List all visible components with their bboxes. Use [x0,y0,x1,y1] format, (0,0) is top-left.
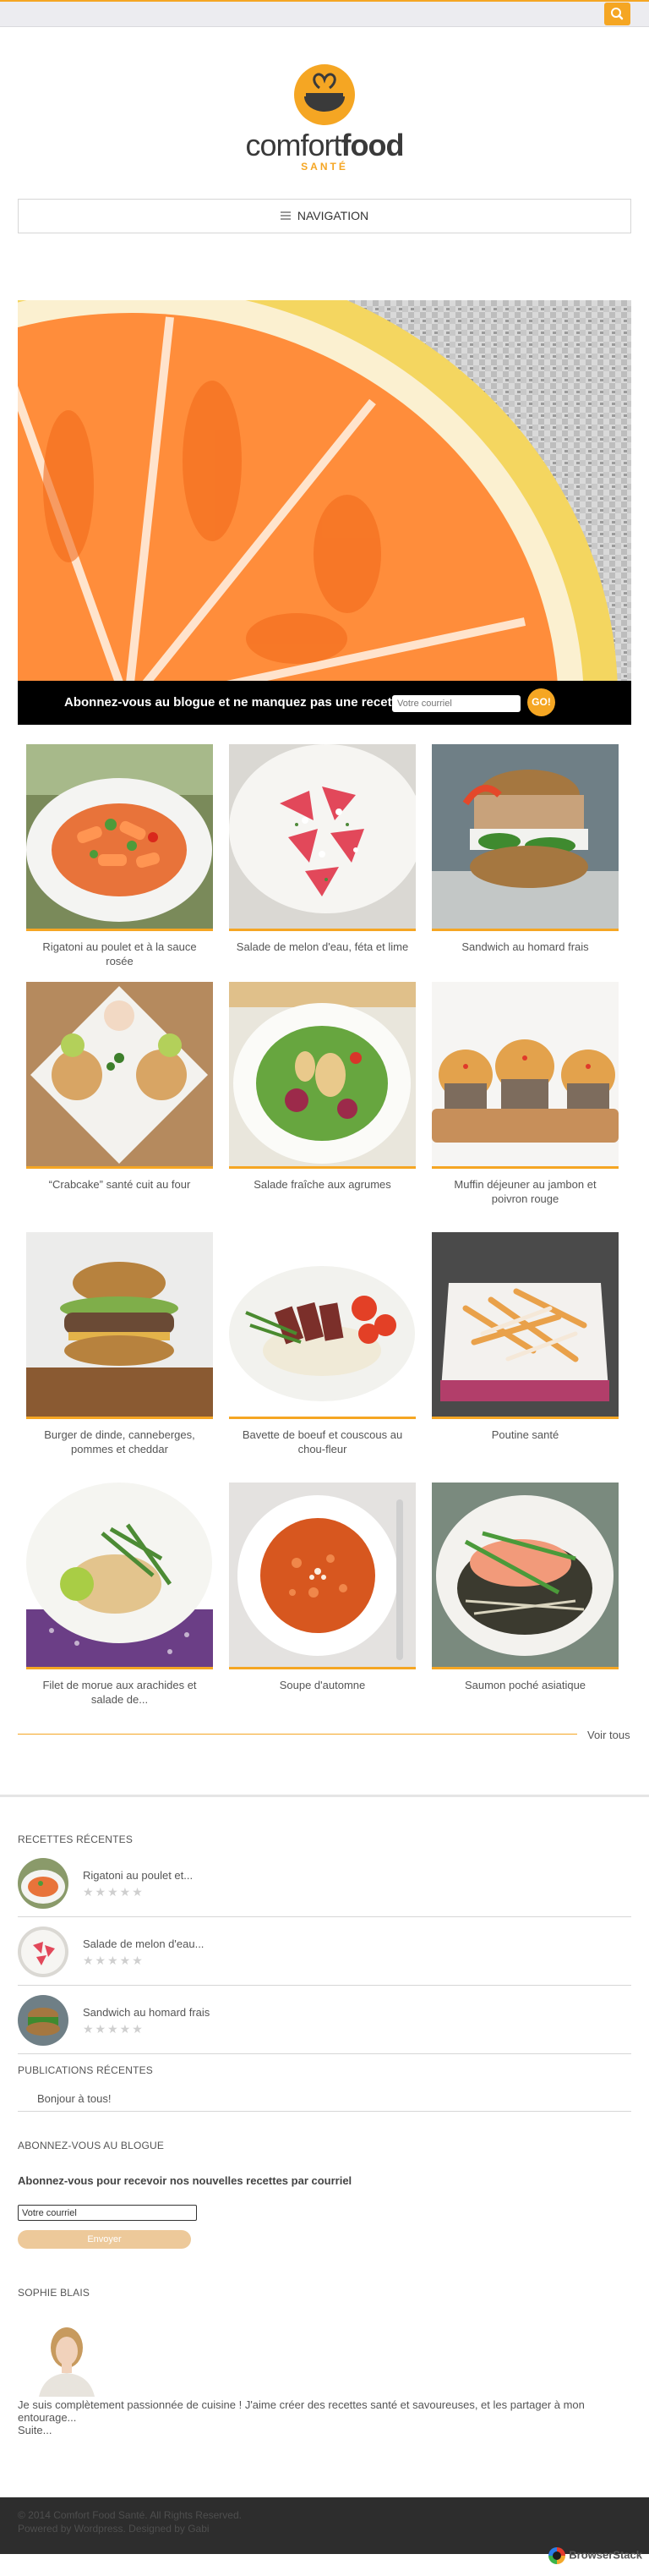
rating-stars: ★★★★★ [83,1885,145,1899]
recipe-title[interactable]: Salade de melon d'eau, féta et lime [229,940,416,954]
recipe-image[interactable] [432,1232,619,1419]
send-button[interactable]: Envoyer [18,2230,191,2249]
email-field[interactable] [18,2205,197,2221]
top-bar [0,0,649,27]
recent-recipe-thumbnail[interactable] [18,1858,68,1909]
divider [18,2053,631,2054]
recipe-image[interactable] [432,744,619,931]
recipe-card[interactable]: Burger de dinde, canneberges, pommes et … [26,1232,213,1456]
recipe-image[interactable] [26,982,213,1169]
recipe-title[interactable]: Salade fraîche aux agrumes [229,1177,416,1192]
subscribe-bar: Abonnez-vous au blogue et ne manquez pas… [18,681,631,725]
recipe-card[interactable]: Bavette de boeuf et couscous au chou-fle… [229,1232,416,1456]
section-separator [0,1795,649,1797]
recipe-card[interactable]: Soupe d'automne [229,1483,416,1692]
recipe-image[interactable] [26,1232,213,1419]
recent-recipe-title[interactable]: Rigatoni au poulet et... [83,1869,193,1882]
recipe-title[interactable]: Poutine santé [432,1428,619,1442]
copyright-text: © 2014 Comfort Food Santé. All Rights Re… [18,2509,242,2521]
subscribe-heading: ABONNEZ-VOUS AU BLOGUE [18,2140,165,2151]
site-logo[interactable]: comfortfood SANTÉ [238,59,411,173]
recipe-card[interactable]: Saumon poché asiatique [432,1483,619,1692]
rating-stars: ★★★★★ [83,2022,145,2036]
browserstack-badge: BrowserStack [548,2547,642,2571]
recipe-image[interactable] [432,1483,619,1669]
logo-wordmark: comfortfood [245,128,405,162]
recent-recipe-title[interactable]: Salade de melon d'eau... [83,1937,204,1950]
recipe-image[interactable] [432,982,619,1169]
section-divider [18,1734,577,1735]
rating-stars: ★★★★★ [83,1954,145,1967]
recent-recipe-item[interactable]: Sandwich au homard frais ★★★★★ [18,1995,631,2063]
read-more-link[interactable]: Suite... [18,2424,52,2436]
author-photo [32,2319,101,2397]
browserstack-logo-icon [548,2547,566,2564]
about-heading: SOPHIE BLAIS [18,2287,90,2299]
recent-recipes-heading: RECETTES RÉCENTES [18,1833,134,1845]
recent-recipe-title[interactable]: Sandwich au homard frais [83,2006,210,2019]
voir-tous-link[interactable]: Voir tous [587,1729,630,1741]
recipe-title[interactable]: Rigatoni au poulet et à la sauce rosée [26,940,213,968]
recipe-card[interactable]: Rigatoni au poulet et à la sauce rosée [26,744,213,968]
logo-subtitle: SANTÉ [301,161,348,173]
credits-text: Powered by Wordpress. Designed by Gabi [18,2523,210,2535]
bowl-logo-icon [294,64,355,125]
recent-recipe-item[interactable]: Rigatoni au poulet et... ★★★★★ [18,1858,631,1926]
recipe-image[interactable] [26,1483,213,1669]
author-bio: Je suis complètement passionnée de cuisi… [18,2398,585,2424]
recipe-image[interactable] [229,1232,416,1419]
search-button[interactable] [604,3,630,25]
go-button[interactable]: GO! [527,688,555,716]
recent-posts-heading: PUBLICATIONS RÉCENTES [18,2064,154,2076]
divider [18,1916,631,1917]
footer: © 2014 Comfort Food Santé. All Rights Re… [0,2497,649,2554]
recipe-image[interactable] [229,982,416,1169]
recipe-title[interactable]: Burger de dinde, canneberges, pommes et … [26,1428,213,1456]
navigation-label: NAVIGATION [297,209,369,222]
recent-post-link[interactable]: Bonjour à tous! [37,2092,111,2105]
recipe-card[interactable]: Filet de morue aux arachides et salade d… [26,1483,213,1707]
recipe-image[interactable] [229,1483,416,1669]
recipe-card[interactable]: Muffin déjeuner au jambon et poivron rou… [432,982,619,1206]
recent-recipe-thumbnail[interactable] [18,1995,68,2046]
divider [18,1985,631,1986]
recipe-title[interactable]: Sandwich au homard frais [432,940,619,954]
recent-recipe-thumbnail[interactable] [18,1927,68,1977]
hero-image [18,300,631,681]
recipe-card[interactable]: Salade fraîche aux agrumes [229,982,416,1192]
recipe-title[interactable]: Soupe d'automne [229,1678,416,1692]
recipe-image[interactable] [26,744,213,931]
recipe-title[interactable]: Filet de morue aux arachides et salade d… [26,1678,213,1707]
search-icon [611,8,624,20]
menu-icon [280,211,291,221]
subscribe-subheading: Abonnez-vous pour recevoir nos nouvelles… [18,2174,352,2187]
subscribe-email-input[interactable] [392,695,521,712]
recipe-card[interactable]: Sandwich au homard frais [432,744,619,954]
recipe-title[interactable]: “Crabcake” santé cuit au four [26,1177,213,1192]
subscribe-bar-text: Abonnez-vous au blogue et ne manquez pas… [64,695,407,710]
recipe-card[interactable]: “Crabcake” santé cuit au four [26,982,213,1192]
recipe-title[interactable]: Saumon poché asiatique [432,1678,619,1692]
recipe-title[interactable]: Muffin déjeuner au jambon et poivron rou… [432,1177,619,1206]
browserstack-label: BrowserStack [569,2548,642,2562]
recent-recipe-item[interactable]: Salade de melon d'eau... ★★★★★ [18,1927,631,1994]
recipe-title[interactable]: Bavette de boeuf et couscous au chou-fle… [229,1428,416,1456]
divider [18,2111,631,2112]
navigation-toggle[interactable]: NAVIGATION [18,199,631,233]
recipe-image[interactable] [229,744,416,931]
recipe-card[interactable]: Salade de melon d'eau, féta et lime [229,744,416,954]
recipe-card[interactable]: Poutine santé [432,1232,619,1442]
